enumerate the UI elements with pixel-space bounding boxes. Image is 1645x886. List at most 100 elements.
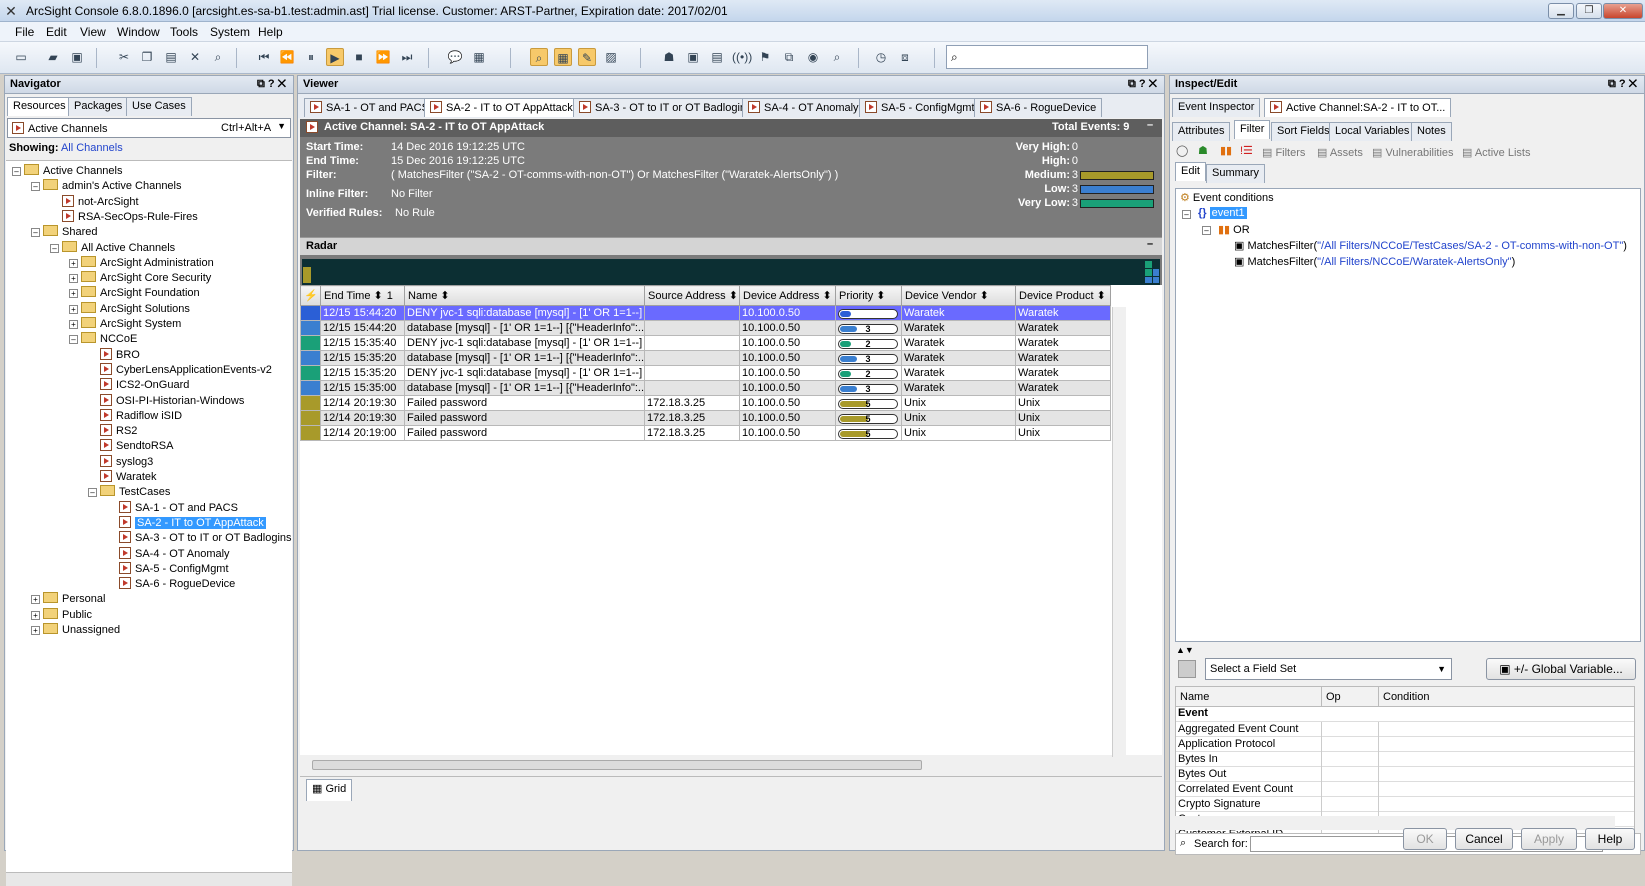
col-op[interactable]: Op [1321,687,1341,707]
field-condition-cell[interactable] [1378,767,1634,782]
table-row[interactable]: 12/14 20:19:00 Failed password 172.18.3.25… [300,425,1111,441]
menu-view[interactable]: View [80,25,106,39]
field-op-cell[interactable] [1321,737,1378,752]
field-condition-cell[interactable] [1378,782,1634,797]
tree-channel[interactable]: SA-5 - ConfigMgmt [119,561,229,577]
field-op-cell[interactable] [1321,722,1378,737]
tree-channel[interactable]: SA-4 - OT Anomaly [119,546,230,562]
tree-channel[interactable]: SA-6 - RogueDevice [119,577,235,592]
menu-file[interactable]: File [15,25,34,39]
expand-icon[interactable]: + [31,595,40,605]
splitter-arrows-icon[interactable]: ▲▼ [1176,645,1194,655]
field-condition-cell[interactable] [1378,737,1634,752]
clock-icon[interactable]: ◷ [872,48,890,66]
tree-channel[interactable]: not-ArcSight [62,194,139,210]
field-row[interactable]: Bytes In [1176,752,1634,767]
tree-folder[interactable]: Active Channels [24,164,123,179]
showing-value[interactable]: All Channels [61,142,123,154]
viewer-tab[interactable]: SA-1 - OT and PACS [304,98,435,117]
viewer-tab[interactable]: SA-4 - OT Anomaly [742,98,865,117]
column-header[interactable]: Source Address ⬍ [644,285,740,306]
tab-sort-fields[interactable]: Sort Fields [1271,122,1336,141]
find-icon[interactable]: ⌕ [209,48,227,66]
open-folder-icon[interactable]: ▰ [44,48,62,66]
tree-channel[interactable]: SA-1 - OT and PACS [119,500,238,516]
panel-controls[interactable]: ⧉?✕ [257,78,289,91]
zoom-icon[interactable]: ⌕ [530,48,548,66]
viewer-tab[interactable]: SA-5 - ConfigMgmt [859,98,981,117]
active-lists-link[interactable]: ▤ Active Lists [1462,146,1530,159]
rewind-icon[interactable]: ⏪ [278,48,296,66]
condition-icon[interactable]: ◯ [1176,144,1188,157]
layout-icon[interactable]: ▦ [470,48,488,66]
minimize-button[interactable]: ▁ [1548,3,1574,19]
field-op-cell[interactable] [1321,797,1378,812]
query-icon[interactable]: ⌕ [828,48,846,66]
maximize-button[interactable]: ❐ [1576,3,1602,19]
collapse-icon[interactable]: – [31,182,40,192]
stop-icon[interactable]: ■ [350,48,368,66]
field-condition-cell[interactable] [1378,752,1634,767]
menu-tools[interactable]: Tools [170,25,198,39]
panel-controls[interactable]: ⧉?✕ [1608,78,1640,91]
table-row[interactable]: 12/15 15:44:20 DENY jvc-1 sqli:database [… [300,305,1111,321]
tree-folder[interactable]: ArcSight Administration [81,255,214,271]
copy-icon[interactable]: ❐ [138,48,156,66]
connect-icon[interactable]: ⧉ [780,48,798,66]
table-row[interactable]: 12/14 20:19:30 Failed password 172.18.3.25… [300,410,1111,426]
expand-icon[interactable]: + [31,626,40,635]
resource-type-select[interactable]: Active Channels Ctrl+Alt+A ▼ [7,118,291,138]
tree-folder[interactable]: admin's Active Channels [43,179,182,194]
tree-channel[interactable]: RSA-SecOps-Rule-Fires [62,209,198,225]
or-node[interactable]: ▮▮ OR [1218,223,1250,236]
tab-active-channel[interactable]: Active Channel:SA-2 - IT to OT... [1264,98,1452,117]
tree-channel[interactable]: OSI-PI-Historian-Windows [100,393,244,409]
case-icon[interactable]: ▣ [684,48,702,66]
tree-channel[interactable]: SA-2 - IT to OT AppAttack [119,515,266,531]
tree-folder[interactable]: Public [43,607,92,623]
ok-button[interactable]: OK [1403,828,1447,850]
expand-icon[interactable]: + [69,289,78,299]
cut-icon[interactable]: ✂ [115,48,133,66]
column-header[interactable]: Device Vendor ⬍ [901,285,1016,306]
tree-channel[interactable]: SA-3 - OT to IT or OT Badlogins [119,531,292,546]
tab-grid[interactable]: ▦ Grid [306,779,353,801]
apply-button[interactable]: Apply [1521,828,1577,850]
tab-edit[interactable]: Edit [1175,162,1206,181]
field-condition-cell[interactable] [1378,722,1634,737]
table-row[interactable]: 12/15 15:35:40 DENY jvc-1 sqli:database [… [300,335,1111,351]
global-variable-button[interactable]: ▣ +/- Global Variable... [1486,658,1636,680]
play-icon[interactable]: ▶ [326,48,344,66]
col-name[interactable]: Name [1180,691,1209,703]
viewer-tab[interactable]: SA-6 - RogueDevice [974,98,1103,117]
save-icon[interactable]: ▣ [68,48,86,66]
menu-window[interactable]: Window [117,25,160,39]
tree-channel[interactable]: CyberLensApplicationEvents-v2 [100,362,272,378]
table-row[interactable]: 12/15 15:44:20 database [mysql] - [1' OR … [300,320,1111,336]
viewer-tab[interactable]: SA-2 - IT to OT AppAttack [424,98,579,117]
collapse-icon[interactable]: – [88,488,97,498]
collapse-icon[interactable]: – [12,167,21,176]
expand-icon[interactable]: + [69,258,78,268]
tree-folder[interactable]: ArcSight System [81,317,181,332]
field-op-cell[interactable] [1321,752,1378,767]
menu-help[interactable]: Help [258,25,283,39]
menu-system[interactable]: System [210,25,250,39]
tree-folder[interactable]: TestCases [100,485,170,500]
field-row[interactable]: Crypto Signature [1176,797,1634,812]
cancel-button[interactable]: Cancel [1455,828,1513,850]
expand-icon[interactable]: + [69,320,78,329]
collapse-icon[interactable]: – [69,335,78,345]
tab-local-variables[interactable]: Local Variables [1329,122,1416,141]
menu-edit[interactable]: Edit [46,25,67,39]
column-header[interactable]: End Time ⬍ 1 [320,285,405,306]
horizontal-scrollbar[interactable] [6,872,292,886]
tree-folder[interactable]: Unassigned [43,623,120,638]
tree-channel[interactable]: BRO [100,347,140,363]
tree-channel[interactable]: Waratek [100,470,157,485]
expand-icon[interactable]: + [31,610,40,620]
table-row[interactable]: 12/15 15:35:00 database [mysql] - [1' OR … [300,380,1111,396]
tree-folder[interactable]: NCCoE [81,332,137,347]
field-row[interactable]: Aggregated Event Count [1176,722,1634,737]
tab-packages[interactable]: Packages [68,97,129,116]
